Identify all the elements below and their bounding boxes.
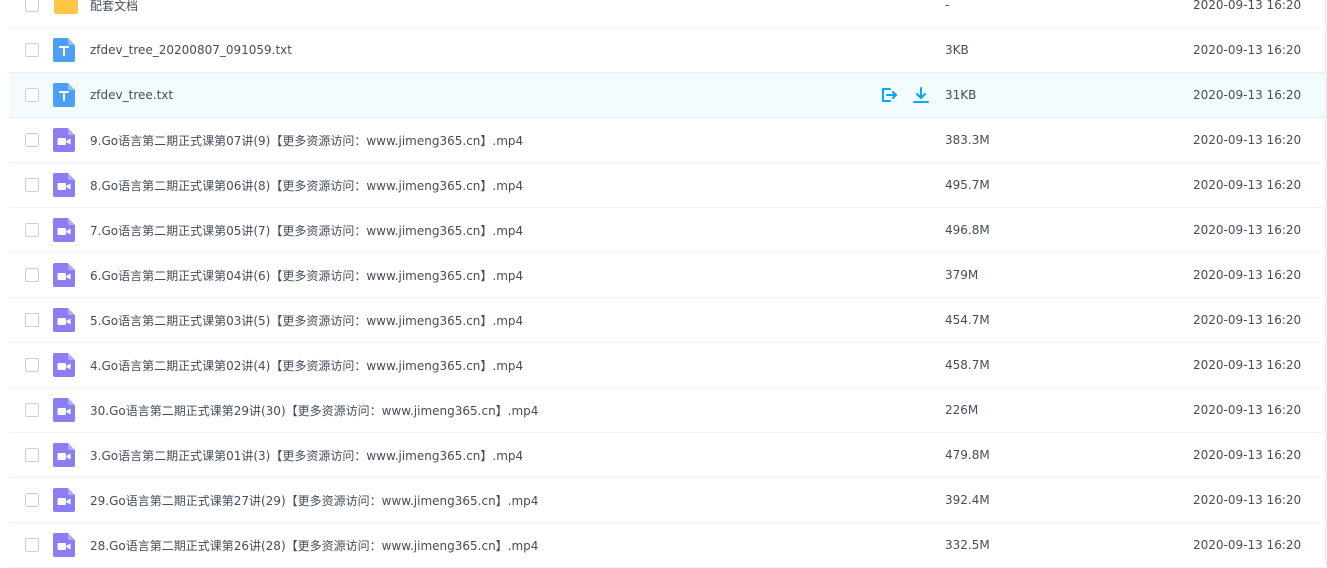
- video-file-icon: [53, 398, 75, 422]
- file-row[interactable]: 5.Go语言第二期正式课第03讲(5)【更多资源访问：www.jimeng365…: [9, 298, 1327, 343]
- file-row[interactable]: 配套文档 - 2020-09-13 16:20: [9, 0, 1327, 28]
- video-file-icon: [53, 263, 75, 287]
- video-file-icon: [53, 443, 75, 467]
- file-name[interactable]: 9.Go语言第二期正式课第07讲(9)【更多资源访问：www.jimeng365…: [90, 132, 523, 149]
- file-date: 2020-09-13 16:20: [1193, 268, 1302, 282]
- file-name[interactable]: 29.Go语言第二期正式课第27讲(29)【更多资源访问：www.jimeng3…: [90, 492, 538, 509]
- row-checkbox[interactable]: [25, 313, 39, 327]
- file-row[interactable]: 28.Go语言第二期正式课第26讲(28)【更多资源访问：www.jimeng3…: [9, 523, 1327, 568]
- download-icon[interactable]: [911, 85, 931, 105]
- file-size: 496.8M: [945, 223, 990, 237]
- row-checkbox[interactable]: [25, 448, 39, 462]
- file-name[interactable]: 4.Go语言第二期正式课第02讲(4)【更多资源访问：www.jimeng365…: [90, 357, 523, 374]
- video-file-icon: [53, 173, 75, 197]
- file-row[interactable]: 7.Go语言第二期正式课第05讲(7)【更多资源访问：www.jimeng365…: [9, 208, 1327, 253]
- file-row[interactable]: 8.Go语言第二期正式课第06讲(8)【更多资源访问：www.jimeng365…: [9, 163, 1327, 208]
- file-size: 454.7M: [945, 313, 990, 327]
- video-file-icon: [53, 533, 75, 557]
- file-date: 2020-09-13 16:20: [1193, 448, 1302, 462]
- file-name[interactable]: 3.Go语言第二期正式课第01讲(3)【更多资源访问：www.jimeng365…: [90, 447, 523, 464]
- file-size: 383.3M: [945, 133, 990, 147]
- row-checkbox[interactable]: [25, 538, 39, 552]
- file-size: -: [945, 0, 950, 12]
- file-row[interactable]: 3.Go语言第二期正式课第01讲(3)【更多资源访问：www.jimeng365…: [9, 433, 1327, 478]
- file-date: 2020-09-13 16:20: [1193, 43, 1302, 57]
- file-name[interactable]: 28.Go语言第二期正式课第26讲(28)【更多资源访问：www.jimeng3…: [90, 537, 538, 554]
- row-checkbox[interactable]: [25, 493, 39, 507]
- file-size: 458.7M: [945, 358, 990, 372]
- file-date: 2020-09-13 16:20: [1193, 0, 1302, 12]
- file-date: 2020-09-13 16:20: [1193, 223, 1302, 237]
- video-file-icon: [53, 308, 75, 332]
- file-name[interactable]: zfdev_tree_20200807_091059.txt: [90, 43, 292, 57]
- row-actions: [879, 85, 931, 105]
- file-date: 2020-09-13 16:20: [1193, 133, 1302, 147]
- video-file-icon: [53, 128, 75, 152]
- file-row[interactable]: 29.Go语言第二期正式课第27讲(29)【更多资源访问：www.jimeng3…: [9, 478, 1327, 523]
- file-date: 2020-09-13 16:20: [1193, 538, 1302, 552]
- file-size: 479.8M: [945, 448, 990, 462]
- file-size: 379M: [945, 268, 979, 282]
- share-icon[interactable]: [879, 85, 899, 105]
- file-row[interactable]: zfdev_tree.txt 31KB 2020-09-13 16:20: [9, 72, 1327, 118]
- file-date: 2020-09-13 16:20: [1193, 88, 1302, 102]
- file-name[interactable]: 配套文档: [90, 0, 138, 14]
- file-size: 226M: [945, 403, 979, 417]
- row-checkbox[interactable]: [25, 178, 39, 192]
- text-file-icon: [53, 38, 75, 62]
- row-checkbox[interactable]: [25, 43, 39, 57]
- text-file-icon: [53, 83, 75, 107]
- file-name[interactable]: zfdev_tree.txt: [90, 88, 173, 102]
- file-size: 31KB: [945, 88, 977, 102]
- file-date: 2020-09-13 16:20: [1193, 403, 1302, 417]
- file-size: 3KB: [945, 43, 969, 57]
- file-row[interactable]: 30.Go语言第二期正式课第29讲(30)【更多资源访问：www.jimeng3…: [9, 388, 1327, 433]
- file-list: 配套文档 -2020-09-13 16:20 zfdev_tree_20200807…: [9, 0, 1327, 568]
- row-checkbox[interactable]: [25, 403, 39, 417]
- video-file-icon: [53, 353, 75, 377]
- row-checkbox[interactable]: [25, 0, 39, 12]
- file-date: 2020-09-13 16:20: [1193, 493, 1302, 507]
- file-size: 495.7M: [945, 178, 990, 192]
- file-row[interactable]: 4.Go语言第二期正式课第02讲(4)【更多资源访问：www.jimeng365…: [9, 343, 1327, 388]
- file-size: 332.5M: [945, 538, 990, 552]
- video-file-icon: [53, 488, 75, 512]
- row-checkbox[interactable]: [25, 223, 39, 237]
- file-row[interactable]: 9.Go语言第二期正式课第07讲(9)【更多资源访问：www.jimeng365…: [9, 118, 1327, 163]
- row-checkbox[interactable]: [25, 133, 39, 147]
- file-date: 2020-09-13 16:20: [1193, 358, 1302, 372]
- file-name[interactable]: 5.Go语言第二期正式课第03讲(5)【更多资源访问：www.jimeng365…: [90, 312, 523, 329]
- file-date: 2020-09-13 16:20: [1193, 178, 1302, 192]
- video-file-icon: [53, 218, 75, 242]
- file-name[interactable]: 7.Go语言第二期正式课第05讲(7)【更多资源访问：www.jimeng365…: [90, 222, 523, 239]
- file-row[interactable]: 6.Go语言第二期正式课第04讲(6)【更多资源访问：www.jimeng365…: [9, 253, 1327, 298]
- file-name[interactable]: 6.Go语言第二期正式课第04讲(6)【更多资源访问：www.jimeng365…: [90, 267, 523, 284]
- row-checkbox[interactable]: [25, 88, 39, 102]
- file-name[interactable]: 8.Go语言第二期正式课第06讲(8)【更多资源访问：www.jimeng365…: [90, 177, 523, 194]
- file-size: 392.4M: [945, 493, 990, 507]
- file-date: 2020-09-13 16:20: [1193, 313, 1302, 327]
- file-row[interactable]: zfdev_tree_20200807_091059.txt 3KB 2020-09…: [9, 28, 1327, 73]
- file-name[interactable]: 30.Go语言第二期正式课第29讲(30)【更多资源访问：www.jimeng3…: [90, 402, 538, 419]
- folder-icon: [53, 0, 79, 17]
- row-checkbox[interactable]: [25, 358, 39, 372]
- row-checkbox[interactable]: [25, 268, 39, 282]
